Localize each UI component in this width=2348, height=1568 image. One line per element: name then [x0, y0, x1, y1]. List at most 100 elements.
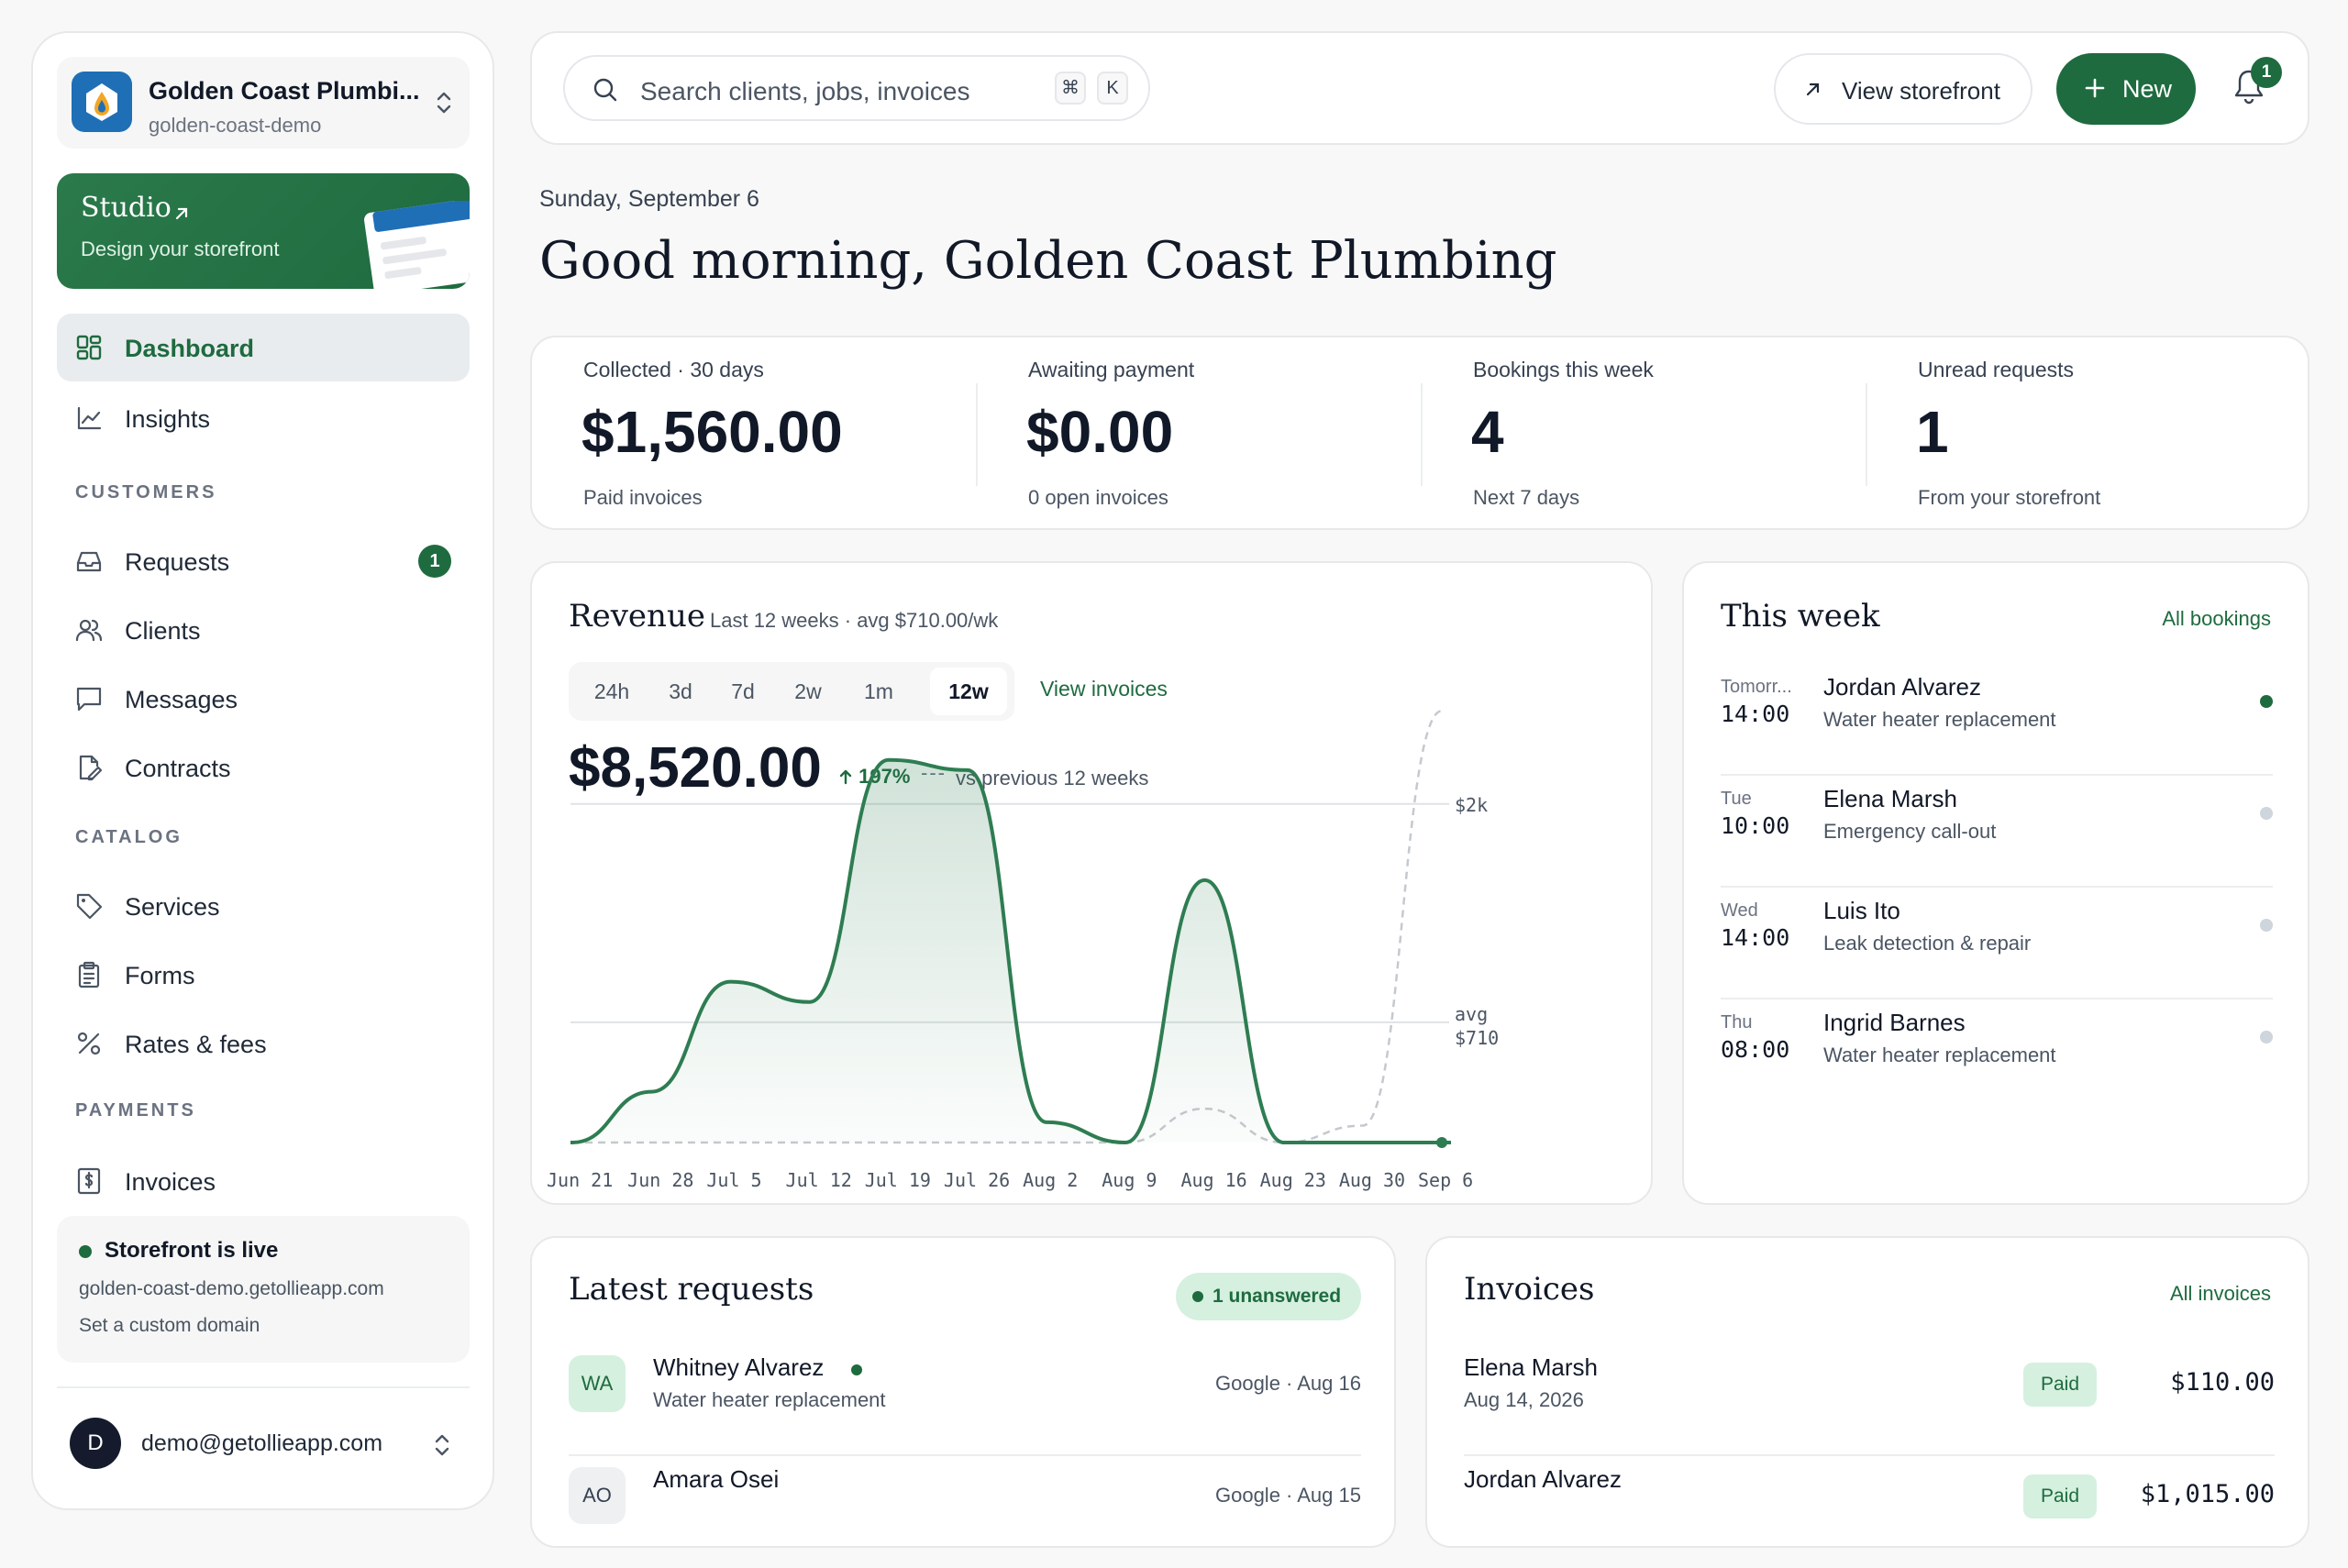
unread-dot: [851, 1364, 862, 1375]
reference-label: avg: [1455, 1003, 1488, 1025]
sidebar-item-clients[interactable]: Clients: [57, 596, 470, 664]
booking-service: Emergency call-out: [1823, 820, 1997, 843]
sidebar-item-rates[interactable]: Rates & fees: [57, 1010, 470, 1077]
data-point: [1436, 1137, 1447, 1148]
sidebar-item-messages[interactable]: Messages: [57, 665, 470, 733]
stat-unread: Unread requests 1 From your storefront: [1866, 337, 2311, 532]
sidebar-item-label: Invoices: [125, 1168, 216, 1196]
page-title: Good morning, Golden Coast Plumbing: [539, 231, 1557, 291]
inbox-icon: [75, 547, 103, 575]
request-row[interactable]: AO Amara Osei Google · Aug 15: [569, 1456, 1361, 1568]
stat-awaiting: Awaiting payment $0.00 0 open invoices: [977, 337, 1422, 532]
status-badge: Paid: [2023, 1474, 2097, 1518]
booking-time: 08:00: [1721, 1036, 1790, 1063]
sidebar-item-insights[interactable]: Insights: [57, 384, 470, 452]
booking-service: Water heater replacement: [1823, 1043, 2056, 1066]
reference-sublabel: $710: [1455, 1027, 1499, 1049]
revenue-card: Revenue Last 12 weeks · avg $710.00/wk 2…: [530, 561, 1653, 1205]
chart-line-icon: [75, 404, 103, 432]
workspace-switcher[interactable]: Golden Coast Plumbi... golden-coast-demo: [57, 57, 470, 149]
x-tick-label: Jul 26: [944, 1169, 1010, 1191]
kbd-k: K: [1097, 72, 1128, 105]
request-meta: Google · Aug 16: [1214, 1372, 1361, 1395]
latest-requests-card: Latest requests 1 unanswered WA Whitney …: [530, 1236, 1396, 1548]
section-label-customers: CUSTOMERS: [75, 482, 217, 502]
request-row[interactable]: WA Whitney Alvarez Water heater replacem…: [569, 1344, 1361, 1456]
this-week-card: This week All bookings Tomorr... 14:00 J…: [1682, 561, 2309, 1205]
stat-value: $0.00: [1026, 399, 1174, 465]
stat-bookings: Bookings this week 4 Next 7 days: [1422, 337, 1866, 532]
avatar: AO: [569, 1467, 626, 1524]
notification-badge: 1: [2251, 57, 2282, 88]
x-tick-label: Aug 2: [1023, 1169, 1078, 1191]
booking-day: Thu: [1721, 1012, 1753, 1032]
booking-client: Luis Ito: [1823, 897, 1900, 924]
booking-row[interactable]: Wed 14:00 Luis Ito Leak detection & repa…: [1721, 888, 2273, 999]
percent-icon: [75, 1030, 103, 1057]
latest-requests-title: Latest requests: [569, 1271, 814, 1308]
arrow-up-right-icon: [1803, 79, 1823, 99]
booking-day: Tomorr...: [1721, 677, 1792, 697]
stat-collected: Collected · 30 days $1,560.00 Paid invoi…: [532, 337, 977, 532]
stat-caption: Next 7 days: [1473, 486, 1580, 509]
workspace-name: Golden Coast Plumbi...: [149, 77, 420, 105]
sidebar-item-dashboard[interactable]: Dashboard: [57, 314, 470, 381]
booking-row[interactable]: Tomorr... 14:00 Jordan Alvarez Water hea…: [1721, 664, 2273, 776]
all-invoices-link[interactable]: All invoices: [2170, 1282, 2271, 1306]
booking-time: 10:00: [1721, 812, 1790, 839]
custom-domain-link[interactable]: Set a custom domain: [79, 1315, 260, 1337]
plus-icon: [2084, 77, 2106, 99]
sidebar-item-requests[interactable]: Requests 1: [57, 527, 470, 595]
view-storefront-button[interactable]: View storefront: [1774, 53, 2032, 125]
stat-label: Bookings this week: [1473, 358, 1654, 381]
invoice-amount: $110.00: [2170, 1368, 2275, 1397]
invoice-row[interactable]: Elena Marsh Aug 14, 2026 Paid $110.00: [1464, 1344, 2275, 1456]
studio-subtitle: Design your storefront: [81, 237, 280, 260]
studio-card[interactable]: Studio Design your storefront: [57, 173, 470, 289]
live-status-dot: [79, 1245, 92, 1258]
stat-label: Collected · 30 days: [583, 358, 764, 381]
unanswered-label: 1 unanswered: [1213, 1286, 1342, 1307]
x-tick-label: Aug 23: [1260, 1169, 1326, 1191]
grid-icon: [75, 334, 103, 361]
invoice-row[interactable]: Jordan Alvarez Paid $1,015.00: [1464, 1456, 2275, 1568]
x-tick-label: Jun 21: [547, 1169, 613, 1191]
search-input[interactable]: Search clients, jobs, invoices ⌘ K: [563, 55, 1150, 121]
sidebar-item-label: Contracts: [125, 755, 231, 782]
all-bookings-link[interactable]: All bookings: [2162, 607, 2271, 631]
sidebar-item-services[interactable]: Services: [57, 872, 470, 940]
storefront-status-title: Storefront is live: [105, 1238, 279, 1263]
sidebar-item-label: Services: [125, 893, 220, 921]
chevron-up-down-icon: [431, 88, 457, 117]
stat-value: $1,560.00: [581, 399, 843, 465]
request-meta: Google · Aug 15: [1214, 1484, 1361, 1507]
x-tick-label: Aug 9: [1102, 1169, 1157, 1191]
sidebar-item-invoices[interactable]: Invoices: [57, 1147, 470, 1215]
booking-row[interactable]: Thu 08:00 Ingrid Barnes Water heater rep…: [1721, 999, 2273, 1111]
booking-status-dot: [2260, 919, 2273, 932]
stat-caption: Paid invoices: [583, 486, 703, 509]
account-email[interactable]: demo@getollieapp.com: [141, 1430, 382, 1457]
storefront-url-link[interactable]: golden-coast-demo.getollieapp.com: [79, 1278, 384, 1300]
sidebar-item-label: Clients: [125, 617, 201, 645]
invoice-date: Aug 14, 2026: [1464, 1388, 1584, 1411]
x-tick-label: Jun 28: [627, 1169, 693, 1191]
booking-row[interactable]: Tue 10:00 Elena Marsh Emergency call-out: [1721, 776, 2273, 888]
avatar[interactable]: D: [70, 1418, 121, 1469]
x-tick-label: Jul 12: [786, 1169, 852, 1191]
status-badge: Paid: [2023, 1363, 2097, 1407]
request-client: Whitney Alvarez: [653, 1353, 825, 1381]
sidebar-item-forms[interactable]: Forms: [57, 941, 470, 1009]
chevron-up-down-icon[interactable]: [429, 1430, 455, 1460]
view-storefront-label: View storefront: [1842, 77, 2000, 105]
stat-caption: From your storefront: [1918, 486, 2101, 509]
stat-label: Awaiting payment: [1028, 358, 1195, 381]
section-label-payments: PAYMENTS: [75, 1100, 196, 1121]
receipt-dollar-icon: [75, 1167, 103, 1195]
divider: [57, 1386, 470, 1388]
new-button[interactable]: New: [2056, 53, 2196, 125]
kbd-command: ⌘: [1055, 72, 1086, 105]
sidebar-item-contracts[interactable]: Contracts: [57, 734, 470, 801]
new-button-label: New: [2122, 75, 2173, 103]
booking-status-dot: [2260, 1031, 2273, 1043]
